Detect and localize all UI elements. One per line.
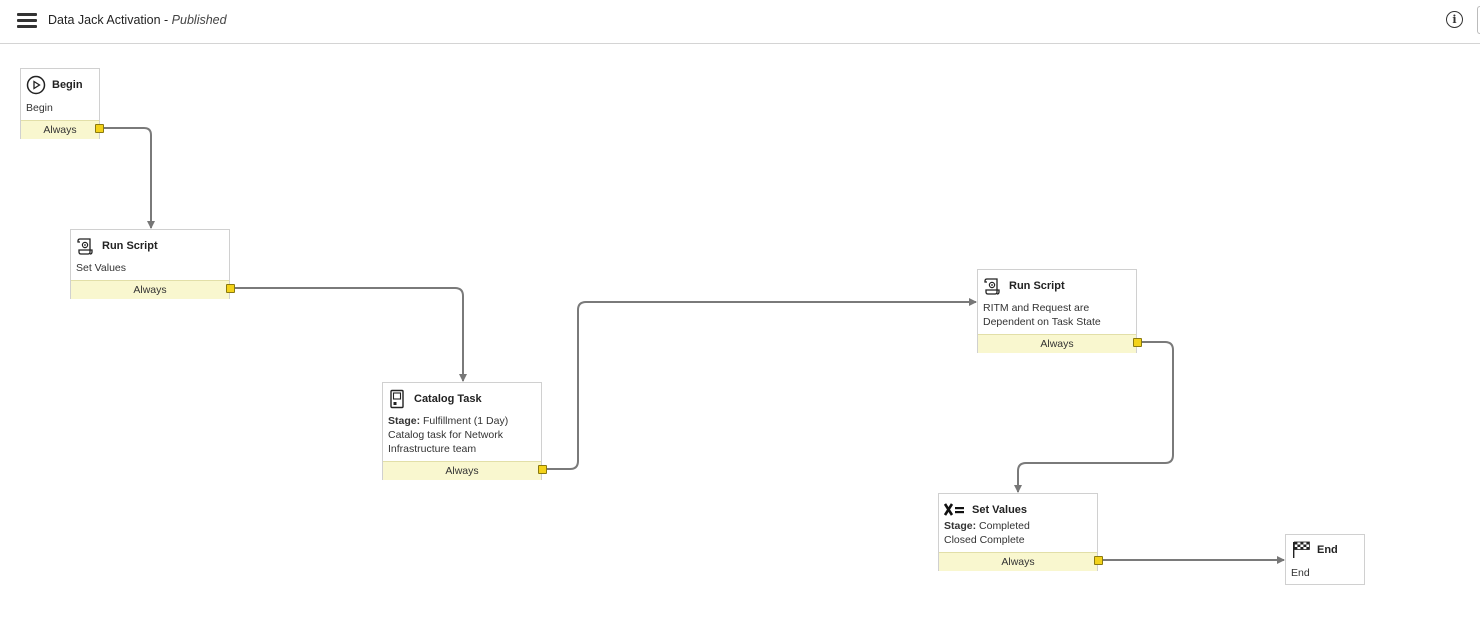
condition-always[interactable]: Always: [939, 552, 1097, 571]
activity-begin[interactable]: Begin Begin Always: [20, 68, 100, 139]
transition-run-script-to-set-values[interactable]: [1014, 341, 1174, 493]
activity-title: Set Values: [972, 504, 1028, 516]
stage-label: Stage:: [388, 415, 421, 427]
activity-header: Set Values: [944, 500, 1027, 520]
checkered-flag-icon: [1293, 541, 1310, 558]
activity-description: Set Values: [76, 261, 126, 275]
activity-run-script[interactable]: Run Script RITM and Request are Dependen…: [977, 269, 1137, 353]
condition-always[interactable]: Always: [978, 334, 1136, 353]
transition-begin-to-run-script[interactable]: [103, 127, 155, 229]
condition-always[interactable]: Always: [383, 461, 541, 480]
description-line: Set Values: [76, 262, 127, 274]
script-scroll-icon: [984, 278, 1000, 295]
condition-always[interactable]: Always: [71, 280, 229, 299]
activity-set-values[interactable]: Set Values Stage: Completed Closed Compl…: [938, 493, 1098, 571]
activity-header: End: [1291, 540, 1338, 560]
exit-port[interactable]: [95, 124, 104, 133]
set-values-icon: [944, 503, 964, 516]
activity-title: Catalog Task: [414, 393, 482, 405]
condition-always[interactable]: Always: [21, 120, 99, 139]
transition-catalog-task-to-run-script[interactable]: [546, 298, 977, 470]
play-circle-icon: [26, 75, 46, 95]
description-line: Infrastructure team: [388, 443, 477, 455]
description-line: Closed Complete: [944, 534, 1025, 546]
catalog-task-icon: [390, 389, 404, 409]
activity-title: Begin: [52, 79, 83, 91]
script-scroll-icon: [77, 238, 93, 255]
activity-header: Run Script: [983, 276, 1065, 296]
activity-header: Begin: [26, 75, 83, 95]
workflow-transitions: [103, 127, 1285, 564]
activity-description: Stage: Fulfillment (1 Day) Catalog task …: [388, 414, 508, 456]
activity-header: Catalog Task: [388, 389, 482, 409]
exit-port[interactable]: [1133, 338, 1142, 347]
stage-value: Completed: [979, 520, 1030, 532]
activity-end[interactable]: End End: [1285, 534, 1365, 585]
activity-description: Begin: [26, 101, 53, 115]
activity-description: RITM and Request are Dependent on Task S…: [983, 301, 1101, 329]
stage-line: Stage: Completed: [944, 519, 1030, 533]
description-line: Catalog task for Network: [388, 429, 503, 441]
activity-run-script[interactable]: Run Script Set Values Always: [70, 229, 230, 299]
activity-catalog-task[interactable]: Catalog Task Stage: Fulfillment (1 Day) …: [382, 382, 542, 480]
activity-title: Run Script: [1009, 280, 1065, 292]
activity-title: End: [1317, 544, 1338, 556]
activity-header: Run Script: [76, 236, 158, 256]
exit-port[interactable]: [1094, 556, 1103, 565]
stage-value: Fulfillment (1 Day): [423, 415, 509, 427]
description-line: Dependent on Task State: [983, 316, 1101, 328]
description-line: Begin: [26, 102, 53, 114]
activity-description: End: [1291, 566, 1310, 580]
exit-port[interactable]: [538, 465, 547, 474]
description-line: End: [1291, 567, 1310, 579]
activity-title: Run Script: [102, 240, 158, 252]
stage-label: Stage:: [944, 520, 977, 532]
transition-run-script-to-catalog-task[interactable]: [234, 287, 467, 382]
activity-description: Stage: Completed Closed Complete: [944, 519, 1030, 547]
exit-port[interactable]: [226, 284, 235, 293]
description-line: RITM and Request are: [983, 302, 1090, 314]
stage-line: Stage: Fulfillment (1 Day): [388, 414, 508, 428]
